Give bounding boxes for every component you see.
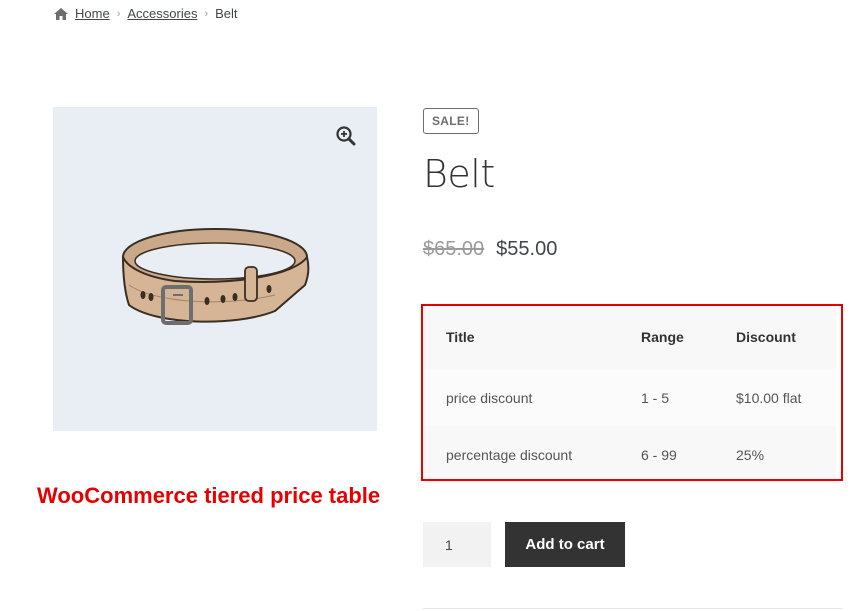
product-gallery[interactable] [53,107,377,431]
old-price: $65.00 [423,238,485,260]
annotation-label: WooCommerce tiered price table [37,483,381,508]
zoom-in-icon[interactable] [335,125,357,147]
divider [423,608,843,609]
sale-price: $55.00 [496,238,558,260]
breadcrumb: Home › Accessories › Belt [53,6,238,21]
breadcrumb-accessories-link[interactable]: Accessories [127,6,197,21]
product-title: Belt [423,152,495,196]
breadcrumb-current: Belt [215,6,238,21]
home-icon [54,7,68,20]
sale-badge: SALE! [423,108,479,134]
breadcrumb-home-link[interactable]: Home [75,6,110,21]
quantity-input[interactable] [423,522,491,567]
breadcrumb-separator: › [204,7,209,20]
product-summary: SALE! Belt $65.00 $55.00 [423,108,843,260]
add-to-cart-button[interactable]: Add to cart [505,522,625,567]
product-price: $65.00 $55.00 [423,238,557,261]
breadcrumb-separator: › [116,7,121,20]
belt-image [122,228,310,325]
table-highlight-box [421,304,843,481]
